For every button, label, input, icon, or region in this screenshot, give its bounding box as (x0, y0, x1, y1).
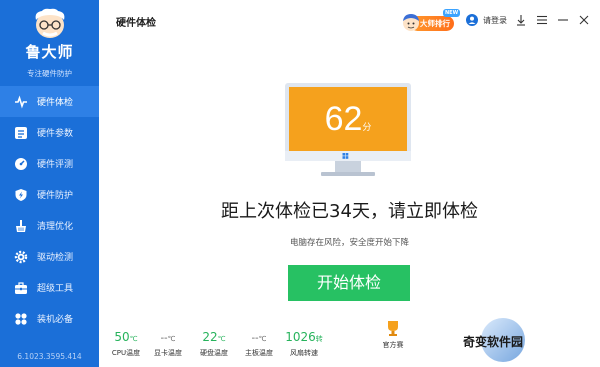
sidebar-item-label: 硬件防护 (37, 191, 74, 201)
sidebar-item-essentials[interactable]: 装机必备 (0, 303, 99, 334)
sidebar-item-label: 装机必备 (37, 315, 74, 325)
sidebar-item-label: 清理优化 (37, 222, 74, 232)
trophy-icon (385, 320, 401, 337)
sidebar-item-cleanup[interactable]: 清理优化 (0, 210, 99, 241)
sidebar-item-benchmark[interactable]: 硬件评测 (0, 148, 99, 179)
stat-value: 1026 (285, 330, 316, 344)
sidebar-nav: 硬件体检 硬件参数 硬件评测 硬件防护 清理优化 驱动检测 超级工具 装机必备 (0, 86, 99, 334)
sidebar-item-label: 超级工具 (37, 284, 74, 294)
stat-value: -- (160, 333, 168, 344)
sidebar-item-super-tools[interactable]: 超级工具 (0, 272, 99, 303)
menu-icon (535, 13, 549, 27)
score-value: 62 (324, 100, 363, 138)
watermark: 奇变软件园 (463, 318, 563, 362)
master-ranking-button[interactable]: 大师排行 NEW (402, 9, 461, 33)
stat-unit: 转 (315, 335, 323, 343)
sidebar-item-health-check[interactable]: 硬件体检 (0, 86, 99, 117)
sidebar-item-label: 硬件评测 (37, 160, 74, 170)
official-label: 官方赛 (382, 341, 404, 349)
toolbox-icon (14, 281, 28, 295)
stat-unit: ℃ (217, 335, 226, 343)
score-display: 62分 (289, 87, 407, 151)
close-button[interactable] (577, 13, 591, 27)
stat-value: 22 (202, 330, 218, 344)
login-label: 请登录 (483, 15, 507, 25)
user-icon (466, 14, 478, 26)
sidebar-item-driver-check[interactable]: 驱动检测 (0, 241, 99, 272)
check-reminder-headline: 距上次体检已34天，请立即体检 (221, 201, 478, 222)
minimize-button[interactable] (556, 13, 570, 27)
shield-bolt-icon (14, 188, 28, 202)
page-title: 硬件体检 (116, 18, 156, 29)
close-icon (577, 13, 591, 27)
sidebar-item-label: 硬件体检 (37, 98, 74, 108)
gear-icon (14, 250, 28, 264)
sidebar-item-hardware-params[interactable]: 硬件参数 (0, 117, 99, 148)
new-badge: NEW (443, 9, 461, 17)
stat-value: 50 (114, 330, 130, 344)
start-check-button[interactable]: 开始体检 (288, 265, 410, 301)
menu-button[interactable] (535, 13, 549, 27)
ranking-avatar-icon (402, 13, 420, 33)
stat-value: -- (251, 333, 259, 344)
stat-unit: ℃ (129, 335, 138, 343)
score-monitor: 62分 (283, 83, 413, 183)
risk-warning-text: 电脑存在风险，安全度开始下降 (289, 238, 409, 248)
official-contest-button[interactable]: 官方赛 (378, 320, 408, 350)
score-unit: 分 (362, 123, 372, 133)
sidebar-item-label: 硬件参数 (37, 129, 74, 139)
speedometer-icon (14, 157, 28, 171)
mascot-icon (30, 6, 70, 40)
minimize-icon (556, 13, 570, 27)
sidebar: 鲁大师 专注硬件防护 硬件体检 硬件参数 硬件评测 硬件防护 清理优化 驱动检测… (0, 0, 99, 367)
broom-icon (14, 219, 28, 233)
stat-unit: ℃ (167, 335, 176, 343)
download-button[interactable] (514, 13, 528, 27)
watermark-text: 奇变软件园 (463, 335, 524, 349)
stat-fan-speed: 1026转 风扇转速 (277, 326, 331, 358)
sidebar-item-label: 驱动检测 (37, 253, 74, 263)
app-logo: 鲁大师 专注硬件防护 (0, 6, 99, 79)
stat-unit: ℃ (258, 335, 267, 343)
pulse-icon (14, 95, 28, 109)
login-button[interactable]: 请登录 (466, 14, 507, 26)
download-icon (514, 13, 528, 27)
app-name: 鲁大师 (25, 43, 74, 61)
app-version: 6.1023.3595.414 (17, 352, 82, 361)
apps-icon (14, 312, 28, 326)
sidebar-item-protection[interactable]: 硬件防护 (0, 179, 99, 210)
stat-label: 风扇转速 (290, 349, 318, 357)
list-icon (14, 126, 28, 140)
app-slogan: 专注硬件防护 (27, 69, 72, 78)
